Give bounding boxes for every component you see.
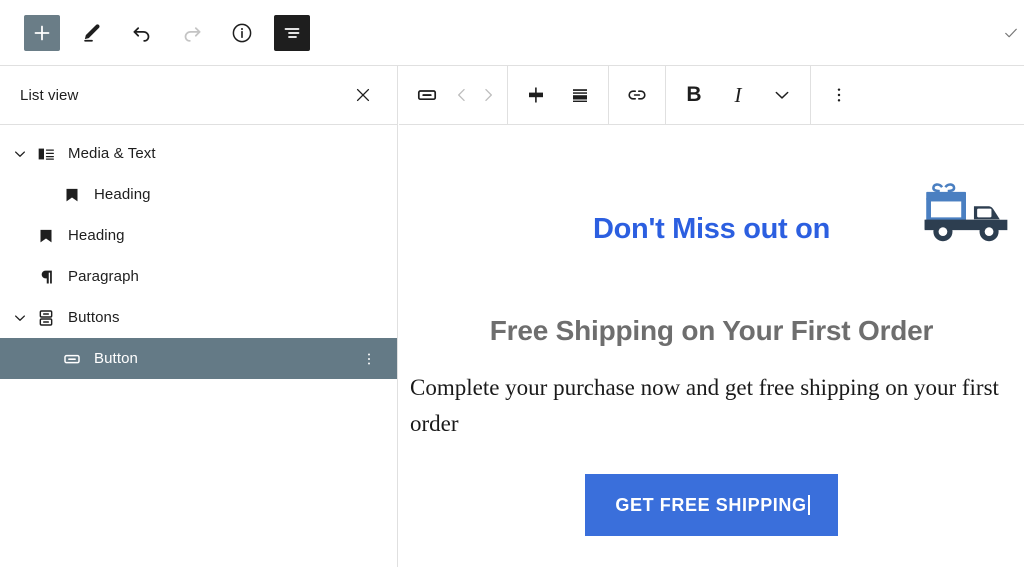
list-view-row-label: Buttons <box>68 309 120 326</box>
body-paragraph[interactable]: Complete your purchase now and get free … <box>410 370 1006 442</box>
move-right-button[interactable] <box>475 71 501 119</box>
header-left-tools <box>0 14 310 51</box>
get-free-shipping-button[interactable]: GET FREE SHIPPING <box>585 474 838 536</box>
heading-bookmark-icon <box>66 188 78 201</box>
button-block-icon <box>64 354 80 363</box>
button-block-icon <box>417 90 437 101</box>
close-list-view-button[interactable] <box>349 81 377 109</box>
list-view-icon <box>284 27 300 38</box>
options-group <box>811 66 867 125</box>
redo-button[interactable] <box>174 15 210 51</box>
list-view-row-label: Media & Text <box>68 145 156 162</box>
move-left-button[interactable] <box>449 71 475 119</box>
italic-button[interactable]: I <box>716 71 760 119</box>
close-icon <box>356 88 370 102</box>
details-button[interactable] <box>224 15 260 51</box>
undo-button[interactable] <box>124 15 160 51</box>
link-group <box>609 65 666 125</box>
media-text-icon <box>34 142 58 166</box>
undo-arrow-icon <box>133 26 150 42</box>
link-button[interactable] <box>615 71 659 119</box>
more-formats-button[interactable] <box>760 71 804 119</box>
check-icon <box>1004 28 1017 37</box>
chevron-down-icon <box>15 150 25 157</box>
list-view-row-paragraph[interactable]: Paragraph <box>0 256 397 297</box>
kebab-menu-icon <box>837 88 841 102</box>
list-view-row-label: Heading <box>94 186 151 203</box>
block-type-button[interactable] <box>405 71 449 119</box>
pencil-icon <box>84 23 100 42</box>
save-status[interactable]: Sa <box>1002 24 1024 42</box>
paragraph-pilcrow-icon <box>34 265 58 289</box>
heading-bookmark-icon <box>40 229 52 242</box>
list-view-row-heading[interactable]: Heading <box>0 174 397 215</box>
heading-secondary[interactable]: Free Shipping on Your First Order <box>399 315 1024 347</box>
add-block-button[interactable] <box>24 14 60 51</box>
chevron-right-icon <box>485 88 492 102</box>
buttons-stack-icon <box>34 306 58 330</box>
heading-bookmark-icon <box>34 224 58 248</box>
plus-icon <box>34 25 50 40</box>
editor-header: Sa <box>0 0 1024 66</box>
chevron-down-icon <box>775 91 789 99</box>
chevron-down-icon <box>15 314 25 321</box>
block-toolbar: B I <box>399 65 1024 125</box>
list-view-row-label: Paragraph <box>68 268 139 285</box>
format-group: B I <box>666 65 811 125</box>
drag-handle-button[interactable] <box>514 71 558 119</box>
heading-primary[interactable]: Don't Miss out on <box>399 213 1024 246</box>
list-view-tree: Media & Text Heading Heading Paragraph B… <box>0 125 397 379</box>
info-icon <box>232 23 252 42</box>
list-view-title: List view <box>20 86 79 104</box>
chevron-left-icon <box>458 88 465 102</box>
list-view-row-media-text[interactable]: Media & Text <box>0 133 397 174</box>
expand-toggle-icon[interactable] <box>8 306 32 330</box>
header-right-tools: Sa <box>1002 24 1024 42</box>
editor-canvas: Don't Miss out on Free Shipping on Your … <box>399 125 1024 567</box>
block-editor-app: Sa List view Media & Text Heading Headin… <box>0 0 1024 567</box>
buttons-stack-icon <box>39 309 53 326</box>
align-icon <box>573 89 587 102</box>
alignment-group <box>508 65 609 125</box>
align-button[interactable] <box>558 71 602 119</box>
list-view-button[interactable] <box>274 14 310 51</box>
list-view-header: List view <box>0 66 397 125</box>
link-icon <box>628 90 646 100</box>
list-view-row-options-button[interactable] <box>359 349 379 369</box>
text-cursor <box>807 495 810 515</box>
list-view-panel: List view Media & Text Heading Heading P… <box>0 66 398 567</box>
list-view-row-label: Heading <box>68 227 125 244</box>
cta-button-label: GET FREE SHIPPING <box>615 495 807 515</box>
expand-toggle-icon[interactable] <box>8 142 32 166</box>
list-view-row-heading[interactable]: Heading <box>0 215 397 256</box>
redo-arrow-icon <box>184 26 201 42</box>
drag-cross-icon <box>529 87 543 103</box>
bold-icon: B <box>686 83 702 106</box>
bold-button[interactable]: B <box>672 71 716 119</box>
media-text-icon <box>38 148 54 160</box>
list-view-row-label: Button <box>94 350 138 367</box>
button-block-icon <box>60 347 84 371</box>
list-view-row-button[interactable]: Button <box>0 338 397 379</box>
kebab-menu-icon <box>368 353 370 364</box>
edit-tool-button[interactable] <box>74 15 110 51</box>
block-options-button[interactable] <box>817 71 861 119</box>
list-view-row-buttons[interactable]: Buttons <box>0 297 397 338</box>
italic-icon: I <box>734 82 742 107</box>
block-type-group <box>399 65 508 125</box>
cta-button-wrapper: GET FREE SHIPPING <box>399 474 1024 536</box>
paragraph-pilcrow-icon <box>41 270 52 283</box>
heading-bookmark-icon <box>60 183 84 207</box>
